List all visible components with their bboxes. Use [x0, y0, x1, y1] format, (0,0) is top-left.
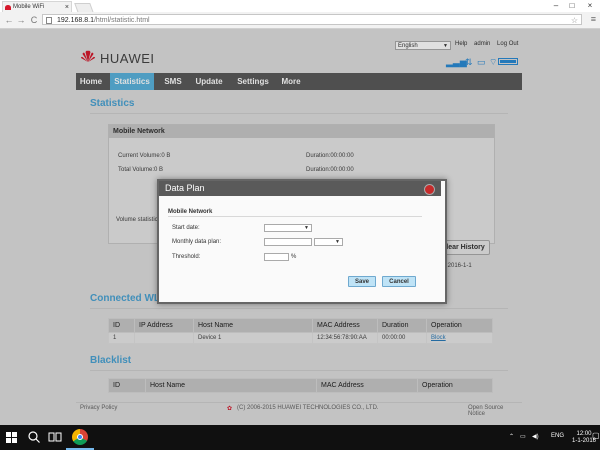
reload-icon[interactable]: C: [28, 14, 40, 26]
back-arrow-icon[interactable]: ←: [3, 14, 15, 26]
browser-tab[interactable]: Mobile WiFi ×: [2, 1, 72, 12]
page-icon: [46, 17, 52, 24]
start-date-select[interactable]: ▼: [264, 224, 312, 232]
volume-icon[interactable]: ◀): [532, 433, 539, 440]
input-language[interactable]: ENG: [551, 433, 564, 439]
threshold-input[interactable]: [264, 253, 289, 261]
forward-arrow-icon[interactable]: →: [15, 14, 27, 26]
monthly-plan-input[interactable]: [264, 238, 312, 246]
browser-menu-icon[interactable]: ≡: [591, 14, 596, 24]
start-date-label: Start date:: [172, 225, 200, 231]
task-view-icon[interactable]: [48, 430, 62, 444]
save-button[interactable]: Save: [348, 276, 376, 287]
threshold-label: Threshold:: [172, 254, 201, 260]
chrome-taskbar-icon[interactable]: [72, 429, 88, 445]
tray-chevron-icon[interactable]: ⌃: [509, 433, 514, 440]
chevron-down-icon: ▼: [335, 239, 340, 245]
maximize-button[interactable]: □: [564, 0, 580, 12]
minimize-button[interactable]: –: [548, 0, 564, 12]
dialog-title: Data Plan: [159, 181, 441, 196]
search-icon[interactable]: [27, 430, 41, 444]
url-path: /html/statistic.html: [93, 17, 150, 24]
tab-title: Mobile WiFi: [13, 4, 45, 10]
cancel-button[interactable]: Cancel: [382, 276, 416, 287]
dialog-close-icon[interactable]: [424, 184, 435, 195]
percent-sign: %: [291, 254, 297, 260]
windows-start-icon[interactable]: [6, 432, 17, 443]
router-web-page: HUAWEI English ▼ Help admin Log Out ▂▃▅ …: [0, 29, 600, 425]
browser-toolbar: ← → C 192.168.8.1/html/statistic.html ☆ …: [0, 12, 600, 29]
browser-tab-bar: Mobile WiFi × – □ ×: [0, 0, 600, 13]
monthly-plan-unit-select[interactable]: ▼: [314, 238, 343, 246]
divider: [168, 216, 422, 217]
monthly-plan-label: Monthly data plan:: [172, 239, 222, 245]
windows-taskbar: ⌃ ▭ ◀) ENG 12:00 1-1-2016 ▢: [0, 425, 600, 450]
data-plan-dialog: Data Plan Mobile Network Start date: ▼ M…: [157, 179, 447, 304]
url-host: 192.168.8.1: [57, 17, 94, 24]
network-icon[interactable]: ▭: [520, 433, 526, 440]
bookmark-star-icon[interactable]: ☆: [571, 15, 578, 26]
chevron-down-icon: ▼: [304, 225, 309, 231]
address-bar[interactable]: 192.168.8.1/html/statistic.html ☆: [42, 14, 582, 25]
dialog-section-title: Mobile Network: [168, 209, 213, 215]
notifications-icon[interactable]: ▢: [592, 431, 600, 440]
huawei-favicon-icon: [5, 5, 11, 10]
window-close-button[interactable]: ×: [582, 0, 598, 12]
